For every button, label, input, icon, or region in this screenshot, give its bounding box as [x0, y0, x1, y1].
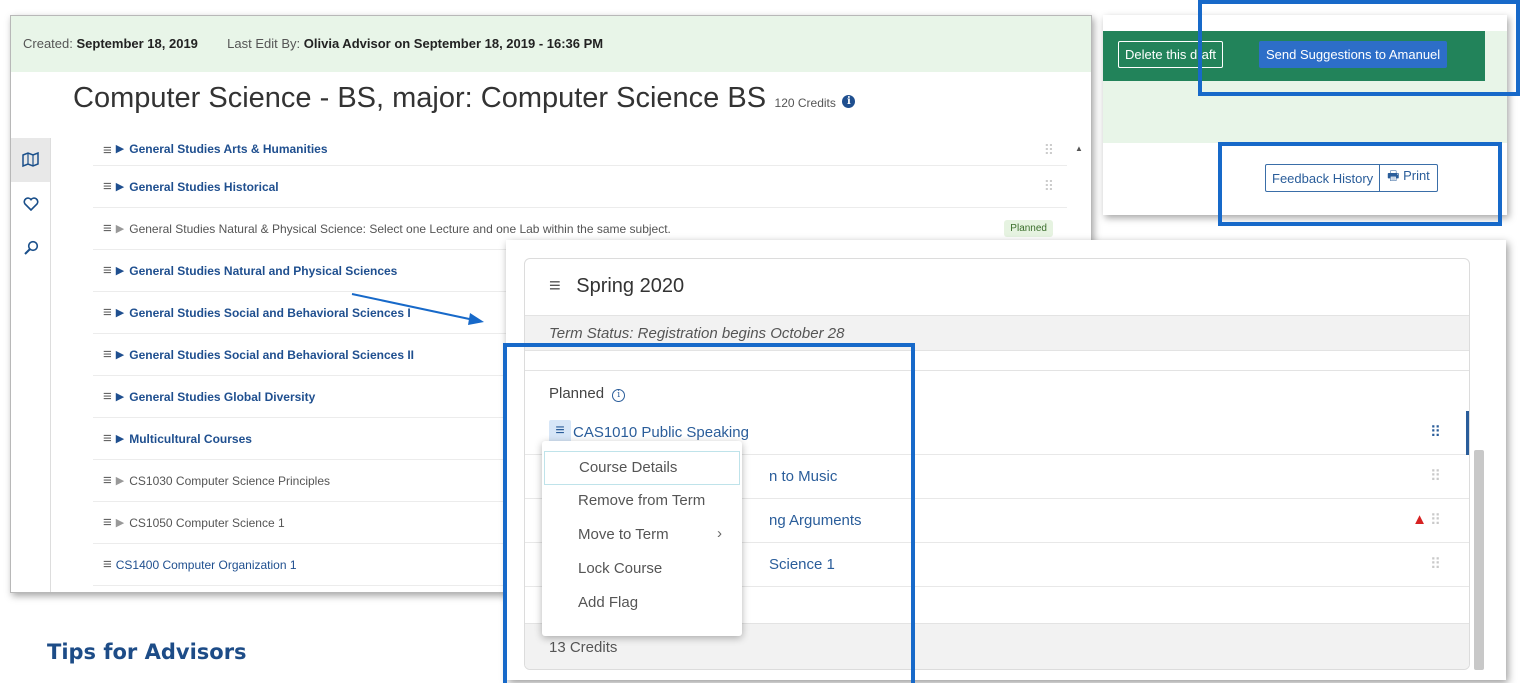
planned-label: Planned	[549, 385, 605, 402]
drag-handle-icon[interactable]: ⠿	[1430, 555, 1441, 573]
menu-item-move-to-term-label: Move to Term	[578, 526, 669, 543]
plan-credits: 120 Credits	[774, 96, 836, 110]
course-label[interactable]: n to Music	[769, 468, 837, 485]
search-icon[interactable]	[11, 226, 50, 270]
selection-indicator	[1466, 411, 1469, 455]
expand-triangle-icon[interactable]: ▶	[116, 142, 124, 155]
hamburger-icon[interactable]: ≡	[103, 346, 112, 363]
expand-triangle-icon[interactable]: ▶	[116, 474, 124, 487]
status-badge: Planned	[1004, 220, 1053, 237]
drag-handle-icon[interactable]: ⠿	[1430, 423, 1441, 441]
chevron-right-icon: ›	[717, 525, 722, 542]
menu-item-move-to-term[interactable]: Move to Term ›	[542, 519, 742, 553]
term-scrollbar[interactable]	[1474, 450, 1484, 670]
plan-title-row: Computer Science - BS, major: Computer S…	[11, 72, 1091, 138]
expand-triangle-icon[interactable]: ▶	[116, 348, 124, 361]
requirement-label[interactable]: General Studies Social and Behavioral Sc…	[129, 348, 414, 362]
term-divider	[525, 351, 1469, 371]
hamburger-icon[interactable]: ≡	[103, 142, 112, 159]
requirement-label[interactable]: General Studies Global Diversity	[129, 390, 315, 404]
course-label[interactable]: ng Arguments	[769, 512, 862, 529]
hamburger-icon[interactable]: ≡	[103, 388, 112, 405]
info-circle-icon[interactable]: i	[842, 95, 856, 108]
menu-item-course-details[interactable]: Course Details	[544, 451, 740, 485]
requirement-label[interactable]: General Studies Natural and Physical Sci…	[129, 264, 397, 278]
course-label[interactable]: Science 1	[769, 556, 835, 573]
hamburger-icon[interactable]: ≡	[103, 304, 112, 321]
hamburger-icon[interactable]: ≡	[103, 472, 112, 489]
drag-handle-icon[interactable]: ⠿	[1044, 142, 1054, 159]
heart-icon[interactable]	[11, 182, 50, 226]
drag-handle-icon[interactable]: ⠿	[1044, 178, 1054, 195]
hamburger-icon[interactable]: ≡	[103, 430, 112, 447]
drag-handle-icon[interactable]: ⠿	[1430, 511, 1441, 529]
scroll-up-icon[interactable]: ▲	[1075, 144, 1083, 153]
warning-icon[interactable]: ▲	[1412, 511, 1427, 528]
requirement-label[interactable]: General Studies Historical	[129, 180, 278, 194]
created-label: Created:	[23, 36, 73, 51]
menu-item-remove-from-term[interactable]: Remove from Term	[542, 485, 742, 519]
expand-triangle-icon[interactable]: ▶	[116, 222, 124, 235]
info-circle-icon[interactable]: i	[612, 389, 626, 402]
created-date: September 18, 2019	[76, 36, 198, 51]
expand-triangle-icon[interactable]: ▶	[116, 180, 124, 193]
requirement-label[interactable]: CS1400 Computer Organization 1	[116, 558, 297, 572]
requirement-label[interactable]: General Studies Arts & Humanities	[129, 142, 327, 156]
term-header: ≡ Spring 2020	[525, 259, 1469, 315]
expand-triangle-icon[interactable]: ▶	[116, 432, 124, 445]
tips-heading: Tips for Advisors	[47, 640, 247, 664]
expand-triangle-icon[interactable]: ▶	[116, 516, 124, 529]
menu-item-add-flag[interactable]: Add Flag	[542, 587, 742, 621]
requirement-label[interactable]: Multicultural Courses	[129, 432, 252, 446]
hamburger-icon[interactable]: ≡	[103, 556, 112, 573]
send-suggestions-button[interactable]: Send Suggestions to Amanuel	[1259, 41, 1448, 68]
hamburger-icon[interactable]: ≡	[103, 514, 112, 531]
feedback-print-group: Feedback History 🖶 Print	[1265, 164, 1438, 192]
feedback-history-button[interactable]: Feedback History	[1265, 164, 1381, 192]
callout-arrow-icon	[351, 293, 484, 325]
map-icon[interactable]	[11, 138, 50, 182]
term-name: Spring 2020	[576, 275, 685, 297]
expand-triangle-icon[interactable]: ▶	[116, 306, 124, 319]
requirement-row[interactable]: ≡ ▶ General Studies Historical ⠿	[93, 166, 1067, 208]
last-edit-label: Last Edit By:	[227, 36, 301, 51]
delete-draft-button[interactable]: Delete this draft	[1118, 41, 1224, 68]
hamburger-icon[interactable]: ≡	[103, 178, 112, 195]
course-context-menu: Course Details Remove from Term Move to …	[542, 441, 742, 636]
page-title: Computer Science - BS, major: Computer S…	[73, 82, 767, 114]
print-button[interactable]: 🖶 Print	[1380, 164, 1438, 192]
term-status: Term Status: Registration begins October…	[525, 315, 1469, 351]
last-edit-value: Olivia Advisor on September 18, 2019 - 1…	[303, 36, 604, 51]
printer-icon: 🖶	[1387, 168, 1400, 183]
drag-handle-icon[interactable]: ⠿	[1430, 467, 1441, 485]
requirement-row[interactable]: ≡ ▶ General Studies Arts & Humanities ⠿	[93, 138, 1067, 166]
print-label: Print	[1403, 168, 1430, 183]
left-rail	[11, 138, 51, 592]
created-bar: Created: September 18, 2019 Last Edit By…	[11, 16, 1091, 72]
expand-triangle-icon[interactable]: ▶	[116, 264, 124, 277]
actions-panel: Delete this draft Send Suggestions to Am…	[1103, 15, 1507, 215]
course-label[interactable]: CAS1010 Public Speaking	[573, 424, 749, 441]
requirement-label[interactable]: CS1030 Computer Science Principles	[129, 474, 330, 488]
menu-item-lock-course[interactable]: Lock Course	[542, 553, 742, 587]
expand-triangle-icon[interactable]: ▶	[116, 390, 124, 403]
screenshot-stage: Created: September 18, 2019 Last Edit By…	[0, 0, 1520, 683]
hamburger-icon[interactable]: ≡	[103, 220, 112, 237]
requirement-label[interactable]: General Studies Natural & Physical Scien…	[129, 222, 671, 236]
hamburger-icon[interactable]: ≡	[103, 262, 112, 279]
requirement-label[interactable]: CS1050 Computer Science 1	[129, 516, 284, 530]
planned-section-header: Planned i	[525, 371, 1469, 411]
hamburger-icon[interactable]: ≡	[549, 275, 561, 297]
